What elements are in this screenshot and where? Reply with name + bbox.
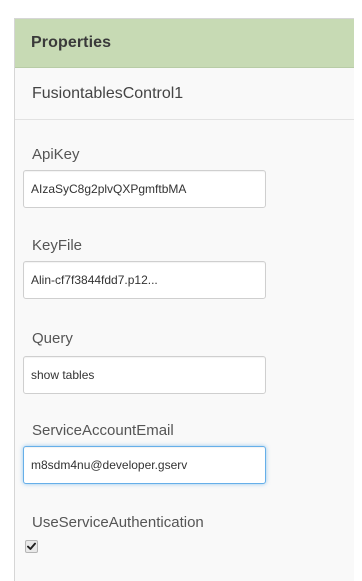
use-service-authentication-checkbox[interactable]: [25, 540, 38, 553]
service-account-email-label: ServiceAccountEmail: [32, 422, 174, 439]
key-file-label: KeyFile: [32, 237, 83, 254]
property-use-service-authentication: UseServiceAuthentication: [32, 514, 204, 532]
component-name: FusiontablesControl1: [32, 84, 184, 102]
key-file-button[interactable]: [23, 261, 266, 299]
api-key-label: ApiKey: [32, 146, 80, 163]
properties-title: Properties: [31, 34, 112, 51]
use-service-authentication-label: UseServiceAuthentication: [32, 514, 204, 531]
query-input[interactable]: [23, 356, 266, 394]
property-api-key: ApiKey: [32, 146, 80, 164]
api-key-input[interactable]: [23, 170, 266, 208]
service-account-email-input[interactable]: [23, 446, 266, 484]
properties-panel: Properties FusiontablesControl1 ApiKey K…: [14, 18, 354, 581]
component-name-row: FusiontablesControl1: [15, 68, 354, 120]
property-service-account-email: ServiceAccountEmail: [32, 422, 174, 440]
query-label: Query: [32, 330, 73, 347]
property-query: Query: [32, 330, 73, 348]
checkmark-icon: [27, 542, 36, 550]
property-key-file: KeyFile: [32, 237, 82, 255]
properties-header: Properties: [15, 19, 354, 68]
